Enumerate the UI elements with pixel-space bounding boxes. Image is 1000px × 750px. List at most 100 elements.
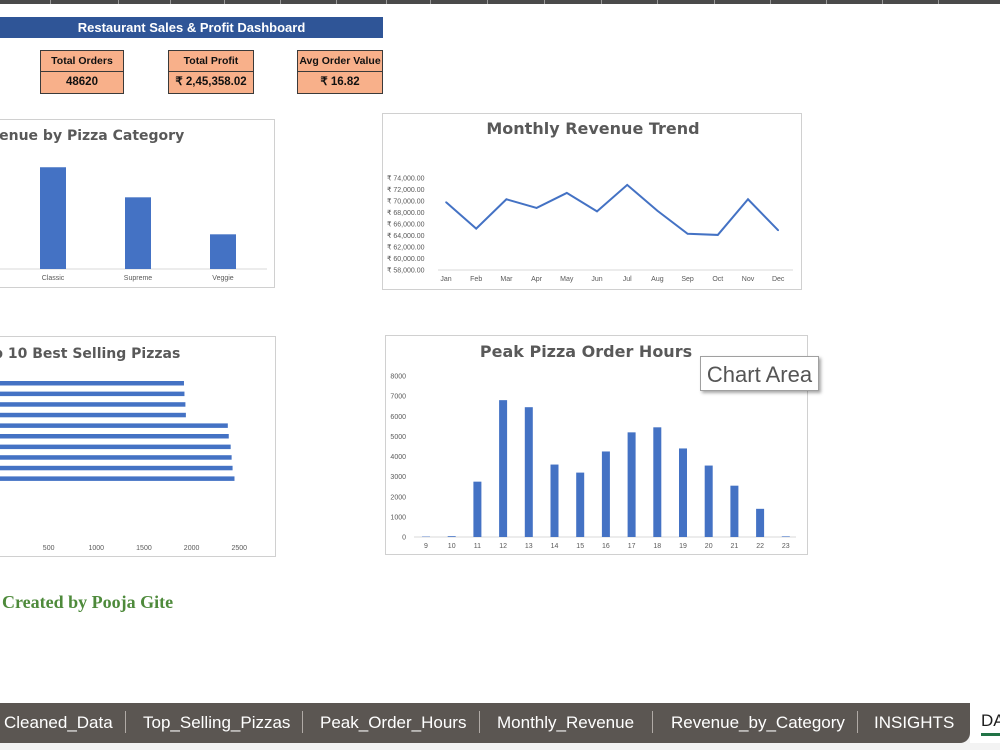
category-bar [40, 167, 66, 269]
x-tick-label: 22 [756, 543, 764, 550]
x-tick-label: Nov [742, 276, 755, 283]
pizza-bar [0, 423, 228, 428]
chart-title: p 10 Best Selling Pizzas [0, 346, 180, 362]
category-bar [125, 197, 151, 269]
pizza-bar [0, 412, 186, 418]
y-tick-label: ₹ 68,000.00 [387, 209, 425, 217]
kpi-label: Total Profit [169, 51, 253, 72]
tab-dashboard-active[interactable]: DA [970, 703, 1000, 743]
chart-title: Peak Pizza Order Hours [480, 342, 692, 361]
column-tick [50, 0, 51, 4]
y-tick-label: 0 [402, 535, 406, 542]
sheet-tab-bar: Cleaned_Data Top_Selling_Pizzas Peak_Ord… [0, 703, 1000, 750]
tab-insights[interactable]: INSIGHTS [874, 703, 954, 743]
y-tick-label: ₹ 70,000.00 [387, 198, 425, 206]
column-tick [280, 0, 281, 4]
x-tick-label: 500 [43, 545, 55, 552]
column-tick [770, 0, 771, 4]
y-tick-label: 2000 [390, 494, 406, 501]
chart-top-10-pizzas[interactable]: p 10 Best Selling Pizzas 500 1000 1500 2000 2… [0, 336, 276, 557]
x-tick-label: 14 [551, 543, 559, 550]
revenue-point [505, 198, 508, 201]
column-tick [714, 0, 715, 4]
tab-separator [125, 711, 126, 733]
y-tick-label: 1000 [390, 514, 406, 521]
chart-monthly-revenue[interactable]: Monthly Revenue Trend ₹ 74,000.00 ₹ 72,000… [382, 113, 802, 290]
hour-bar [447, 536, 456, 537]
revenue-point [475, 227, 477, 230]
hour-bar [756, 508, 765, 537]
hour-bar [653, 427, 662, 537]
x-tick-label: 1000 [89, 545, 105, 552]
x-tick-label: 10 [448, 543, 456, 550]
hour-bar [679, 448, 687, 537]
y-tick-label: ₹ 66,000.00 [387, 221, 425, 229]
hour-bar [627, 432, 636, 537]
kpi-avg-order-value[interactable]: Avg Order Value ₹ 16.82 [297, 50, 383, 94]
pizza-bar [0, 402, 186, 407]
hour-bar [576, 472, 585, 537]
tab-cleaned-data[interactable]: Cleaned_Data [4, 703, 113, 743]
tab-separator [652, 711, 653, 733]
active-tab-underline [981, 733, 1000, 736]
x-tick-label: 19 [679, 543, 687, 550]
x-tick-label: 23 [782, 543, 790, 550]
y-tick-label: 3000 [390, 474, 406, 481]
tab-peak-order-hours[interactable]: Peak_Order_Hours [320, 703, 466, 743]
column-tick [336, 0, 337, 4]
x-tick-label: Classic [42, 275, 65, 282]
y-tick-label: 5000 [390, 434, 406, 441]
kpi-total-profit[interactable]: Total Profit ₹ 2,45,358.02 [168, 50, 254, 94]
pizza-bar [0, 455, 232, 460]
kpi-label: Total Orders [41, 51, 123, 72]
hour-bar [730, 485, 739, 537]
chart-area-tooltip: Chart Area [700, 356, 819, 391]
column-tick [826, 0, 827, 4]
x-tick-label: 18 [653, 543, 661, 550]
tab-revenue-by-category[interactable]: Revenue_by_Category [671, 703, 845, 743]
x-tick-label: Veggie [212, 275, 234, 282]
x-tick-label: Jun [591, 276, 602, 283]
revenue-point [686, 232, 689, 235]
tab-monthly-revenue[interactable]: Monthly_Revenue [497, 703, 634, 743]
revenue-point [747, 198, 749, 201]
x-tick-label: 2500 [231, 545, 247, 552]
column-tick [430, 0, 431, 4]
column-header-strip [0, 0, 1000, 4]
x-tick-label: 12 [499, 543, 507, 550]
chart-revenue-by-category[interactable]: venue by Pizza Category Classic Supreme Veg… [0, 119, 275, 288]
kpi-total-orders[interactable]: Total Orders 48620 [40, 50, 124, 94]
column-tick [386, 0, 387, 4]
y-tick-label: ₹ 72,000.00 [387, 186, 425, 194]
x-tick-label: Apr [531, 276, 543, 283]
hour-bar [704, 465, 713, 537]
revenue-point [717, 234, 719, 236]
pizza-bar [0, 444, 231, 450]
sheet-canvas[interactable]: Restaurant Sales & Profit Dashboard Tota… [0, 0, 1000, 703]
x-tick-label: 1500 [136, 545, 152, 552]
column-tick [170, 0, 171, 4]
sheet-tab-strip: Cleaned_Data Top_Selling_Pizzas Peak_Ord… [0, 703, 970, 743]
column-tick [657, 0, 658, 4]
x-tick-label: 21 [731, 543, 739, 550]
x-tick-label: 11 [474, 543, 481, 550]
dashboard-title: Restaurant Sales & Profit Dashboard [0, 17, 383, 38]
chart-title: Monthly Revenue Trend [486, 119, 699, 138]
kpi-value: ₹ 16.82 [320, 76, 360, 88]
hour-bar [781, 536, 790, 537]
y-tick-label: 6000 [390, 414, 406, 421]
tab-separator [302, 711, 303, 733]
revenue-point [596, 210, 598, 213]
column-tick [487, 0, 488, 4]
hour-bar [550, 464, 559, 537]
x-tick-label: 17 [628, 543, 636, 550]
x-tick-label: 13 [525, 543, 533, 550]
y-tick-label: 8000 [390, 374, 406, 381]
revenue-point [566, 192, 568, 194]
pizza-bar [0, 465, 233, 471]
column-tick [882, 0, 883, 4]
y-tick-label: ₹ 64,000.00 [387, 232, 425, 240]
tab-top-selling-pizzas[interactable]: Top_Selling_Pizzas [143, 703, 290, 743]
x-tick-label: May [560, 276, 574, 283]
chart-svg: p 10 Best Selling Pizzas 500 1000 1500 2000 2… [0, 346, 247, 552]
